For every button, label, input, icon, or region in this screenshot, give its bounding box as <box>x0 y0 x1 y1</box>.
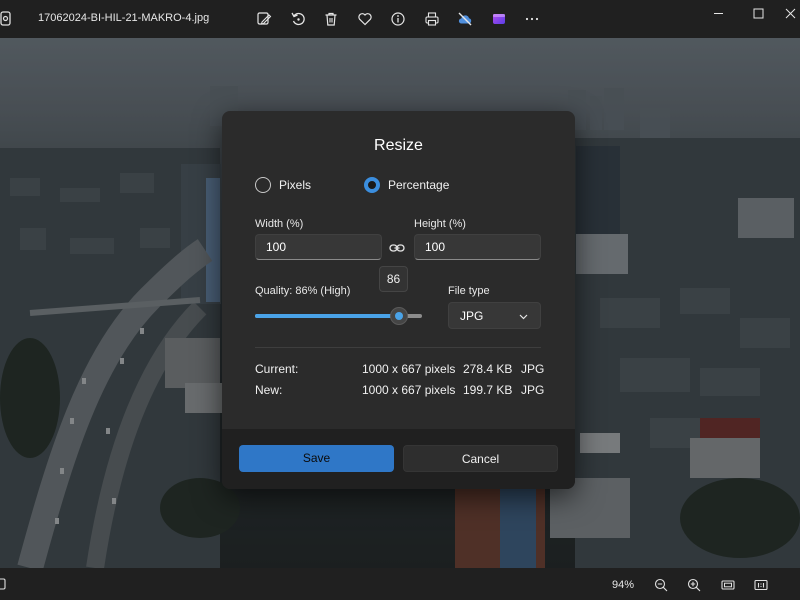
height-input[interactable] <box>414 234 541 260</box>
current-label: Current: <box>255 362 299 376</box>
new-label: New: <box>255 383 283 397</box>
zoom-in-icon[interactable] <box>686 577 702 593</box>
minimize-icon[interactable] <box>708 4 728 22</box>
quality-slider[interactable] <box>255 307 422 325</box>
filetype-label: File type <box>448 285 490 297</box>
status-bar: 94% <box>0 568 800 600</box>
print-icon[interactable] <box>421 8 443 30</box>
dialog-footer: Save Cancel <box>222 429 575 489</box>
current-size: 278.4 KB <box>463 362 513 376</box>
zoom-out-icon[interactable] <box>653 577 669 593</box>
radio-pixels[interactable]: Pixels <box>255 177 311 193</box>
cloud-off-icon[interactable] <box>454 8 476 30</box>
link-aspect-icon[interactable] <box>388 239 406 257</box>
new-format: JPG <box>521 383 545 397</box>
dialog-title: Resize <box>374 137 423 154</box>
width-label: Width (%) <box>255 218 304 230</box>
cancel-button[interactable]: Cancel <box>403 445 558 472</box>
maximize-icon[interactable] <box>748 4 768 22</box>
divider <box>255 347 541 348</box>
file-name: 17062024-BI-HIL-21-MAKRO-4.jpg <box>38 12 210 24</box>
slider-thumb-dot <box>394 312 403 320</box>
height-label: Height (%) <box>414 218 466 230</box>
radio-label: Pixels <box>279 178 312 192</box>
slider-fill <box>255 314 399 318</box>
info-icon[interactable] <box>387 8 409 30</box>
radio-circle-on[interactable] <box>364 177 380 193</box>
rotate-icon[interactable] <box>287 8 309 30</box>
favorite-icon[interactable] <box>354 8 376 30</box>
edit-icon[interactable] <box>253 8 275 30</box>
radio-label: Percentage <box>388 178 450 192</box>
current-format: JPG <box>521 362 545 376</box>
delete-icon[interactable] <box>320 8 342 30</box>
more-icon[interactable] <box>521 8 543 30</box>
slider-thumb[interactable] <box>389 307 408 325</box>
quality-label: Quality: 86% (High) <box>255 285 351 297</box>
app-icon <box>0 11 11 26</box>
filetype-select[interactable]: JPG <box>448 302 541 329</box>
width-input[interactable] <box>255 234 382 260</box>
new-size: 199.7 KB <box>463 383 513 397</box>
slider-tooltip: 86 <box>379 266 408 292</box>
actual-size-icon[interactable] <box>753 577 769 593</box>
fit-window-icon[interactable] <box>720 577 736 593</box>
clipchamp-icon[interactable] <box>488 8 510 30</box>
filmstrip-icon[interactable] <box>0 578 8 590</box>
zoom-level: 94% <box>612 579 635 591</box>
new-dimensions: 1000 x 667 pixels <box>362 383 456 397</box>
current-dimensions: 1000 x 667 pixels <box>362 362 456 376</box>
title-bar: 17062024-BI-HIL-21-MAKRO-4.jpg <box>0 0 800 38</box>
radio-percentage[interactable]: Percentage <box>364 177 449 193</box>
radio-circle-off[interactable] <box>255 177 271 193</box>
filetype-value: JPG <box>460 308 484 323</box>
close-icon[interactable] <box>780 4 800 22</box>
save-button[interactable]: Save <box>239 445 394 472</box>
chevron-down-icon <box>519 314 528 320</box>
resize-dialog: Resize Pixels Percentage Width (%) Heigh… <box>222 111 575 489</box>
